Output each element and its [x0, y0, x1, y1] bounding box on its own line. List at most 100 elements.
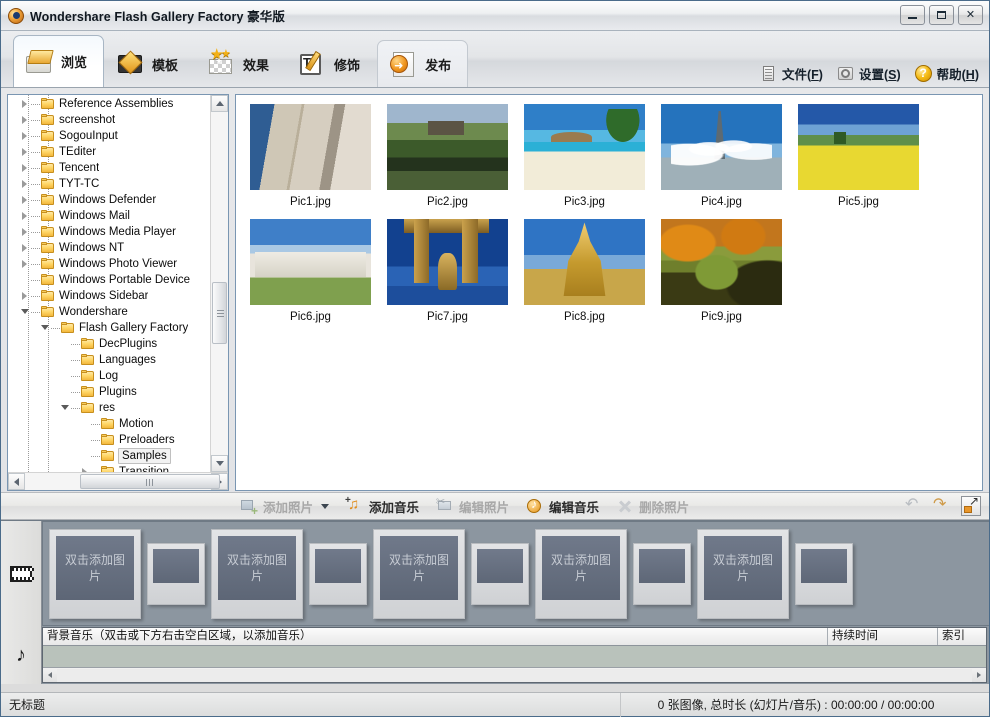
tree-expand-icon[interactable] — [20, 208, 31, 224]
thumbnail-panel[interactable]: Pic1.jpg Pic2.jpg Pic3.jpg Pic4.jpg Pic5.jpg… — [235, 94, 983, 491]
tree-vscroll-track[interactable] — [211, 112, 228, 455]
tree-item-flash-gallery-factory[interactable]: Flash Gallery Factory — [8, 320, 210, 336]
tree-item-windows-nt[interactable]: Windows NT — [8, 240, 210, 256]
expand-icon[interactable] — [961, 495, 981, 516]
tree-hscroll-track[interactable] — [25, 473, 220, 490]
storyboard-strip[interactable]: 双击添加图片 双击添加图片 双击添加图片 双击添加图片 双击添加图片 — [42, 521, 989, 626]
tree-item-decplugins[interactable]: DecPlugins — [8, 336, 210, 352]
menu-settings[interactable]: 设置(S) — [837, 64, 901, 83]
tree-collapse-icon[interactable] — [20, 304, 31, 320]
thumbnail-image[interactable] — [249, 218, 372, 306]
tree-expand-icon[interactable] — [20, 112, 31, 128]
add-photo-dropdown-arrow-icon[interactable] — [321, 503, 330, 509]
tab-browse[interactable]: 浏览 — [13, 35, 105, 87]
thumbnail-item[interactable]: Pic2.jpg — [379, 103, 516, 208]
tree-item-samples[interactable]: Samples — [8, 448, 210, 464]
tree-collapse-icon[interactable] — [60, 400, 71, 416]
tree-item-res[interactable]: res — [8, 400, 210, 416]
tree-expand-icon[interactable] — [20, 96, 31, 112]
thumbnail-image[interactable] — [797, 103, 920, 191]
tree-vscroll-thumb[interactable] — [212, 282, 227, 344]
menu-file[interactable]: 文件(F) — [760, 64, 823, 83]
tab-decorate[interactable]: T 修饰 — [286, 40, 377, 87]
thumbnail-item[interactable]: Pic7.jpg — [379, 218, 516, 323]
storyboard-transition-slot[interactable] — [795, 542, 853, 605]
tree-item-tyt-tc[interactable]: TYT-TC — [8, 176, 210, 192]
tree-item-plugins[interactable]: Plugins — [8, 384, 210, 400]
tab-template[interactable]: 模板 — [104, 40, 195, 87]
storyboard-slide-placeholder[interactable]: 双击添加图片 — [373, 528, 465, 619]
thumbnail-item[interactable]: Pic3.jpg — [516, 103, 653, 208]
close-button[interactable]: ✕ — [958, 5, 983, 25]
tree-expand-icon[interactable] — [20, 256, 31, 272]
storyboard-slide-placeholder[interactable]: 双击添加图片 — [211, 528, 303, 619]
tree-expand-icon[interactable] — [20, 192, 31, 208]
storyboard-transition-slot[interactable] — [633, 542, 691, 605]
tree-scroll-up-button[interactable] — [211, 95, 228, 112]
tree-expand-icon[interactable] — [20, 176, 31, 192]
tree-item-windows-defender[interactable]: Windows Defender — [8, 192, 210, 208]
tree-item-windows-photo-viewer[interactable]: Windows Photo Viewer — [8, 256, 210, 272]
tree-collapse-icon[interactable] — [40, 320, 51, 336]
music-column-name[interactable]: 背景音乐（双击或下方右击空白区域，以添加音乐） — [43, 628, 828, 645]
music-scroll-left-button[interactable] — [43, 669, 57, 682]
add-music-button[interactable]: 添加音乐 — [345, 496, 419, 516]
tree-item-windows-mail[interactable]: Windows Mail — [8, 208, 210, 224]
tree-expand-icon[interactable] — [20, 160, 31, 176]
tree-item-windows-media-player[interactable]: Windows Media Player — [8, 224, 210, 240]
tree-hscroll-thumb[interactable] — [80, 474, 220, 489]
tree-item-motion[interactable]: Motion — [8, 416, 210, 432]
edit-photo-button[interactable]: 编辑照片 — [436, 497, 509, 516]
storyboard-transition-slot[interactable] — [471, 542, 529, 605]
thumbnail-item[interactable]: Pic9.jpg — [653, 218, 790, 323]
music-column-duration[interactable]: 持续时间 — [828, 628, 938, 645]
storyboard-transition-slot[interactable] — [309, 542, 367, 605]
storyboard-slide-placeholder[interactable]: 双击添加图片 — [697, 528, 789, 619]
tree-item-log[interactable]: Log — [8, 368, 210, 384]
storyboard-slide-placeholder[interactable]: 双击添加图片 — [535, 528, 627, 619]
folder-tree[interactable]: Reference Assemblies screenshot SogouInput… — [8, 95, 228, 472]
tree-expand-icon[interactable] — [20, 128, 31, 144]
tree-expand-icon[interactable] — [20, 288, 31, 304]
tab-publish[interactable]: ➜ 发布 — [377, 40, 469, 87]
thumbnail-image[interactable] — [660, 103, 783, 191]
minimize-button[interactable] — [900, 5, 925, 25]
tree-item-screenshot[interactable]: screenshot — [8, 112, 210, 128]
thumbnail-image[interactable] — [523, 218, 646, 306]
tree-item-wondershare[interactable]: Wondershare — [8, 304, 210, 320]
tree-scroll-down-button[interactable] — [211, 455, 228, 472]
music-horizontal-scrollbar[interactable] — [43, 667, 986, 682]
music-hscroll-track[interactable] — [57, 668, 972, 682]
tree-item-preloaders[interactable]: Preloaders — [8, 432, 210, 448]
tree-expand-icon[interactable] — [20, 224, 31, 240]
tree-item-tencent[interactable]: Tencent — [8, 160, 210, 176]
maximize-button[interactable] — [929, 5, 954, 25]
menu-help[interactable]: ? 帮助(H) — [914, 64, 979, 83]
tree-scroll-left-button[interactable] — [8, 473, 25, 490]
edit-music-button[interactable]: 编辑音乐 — [527, 497, 599, 516]
thumbnail-image[interactable] — [249, 103, 372, 191]
undo-icon[interactable] — [905, 497, 925, 514]
thumbnail-item[interactable]: Pic4.jpg — [653, 103, 790, 208]
thumbnail-item[interactable]: Pic1.jpg — [242, 103, 379, 208]
tree-expand-icon[interactable] — [80, 464, 91, 472]
music-column-index[interactable]: 索引 — [938, 628, 986, 645]
music-scroll-right-button[interactable] — [972, 669, 986, 682]
add-photo-button[interactable]: 添加照片 — [241, 497, 313, 517]
tree-horizontal-scrollbar[interactable] — [8, 472, 228, 490]
tree-expand-icon[interactable] — [20, 144, 31, 160]
tree-item-sogouinput[interactable]: SogouInput — [8, 128, 210, 144]
thumbnail-image[interactable] — [386, 103, 509, 191]
storyboard-transition-slot[interactable] — [147, 542, 205, 605]
tab-effect[interactable]: ★ ★ ★ 效果 — [195, 40, 286, 87]
tree-item-transition[interactable]: Transition — [8, 464, 210, 472]
music-list-body[interactable] — [43, 646, 986, 667]
thumbnail-image[interactable] — [660, 218, 783, 306]
thumbnail-item[interactable]: Pic6.jpg — [242, 218, 379, 323]
thumbnail-item[interactable]: Pic8.jpg — [516, 218, 653, 323]
tree-item-windows-sidebar[interactable]: Windows Sidebar — [8, 288, 210, 304]
tree-item-languages[interactable]: Languages — [8, 352, 210, 368]
tree-item-windows-portable-device[interactable]: Windows Portable Device — [8, 272, 210, 288]
delete-photo-button[interactable]: 删除照片 — [617, 497, 689, 516]
music-list-container[interactable]: 背景音乐（双击或下方右击空白区域，以添加音乐） 持续时间 索引 — [42, 627, 987, 683]
